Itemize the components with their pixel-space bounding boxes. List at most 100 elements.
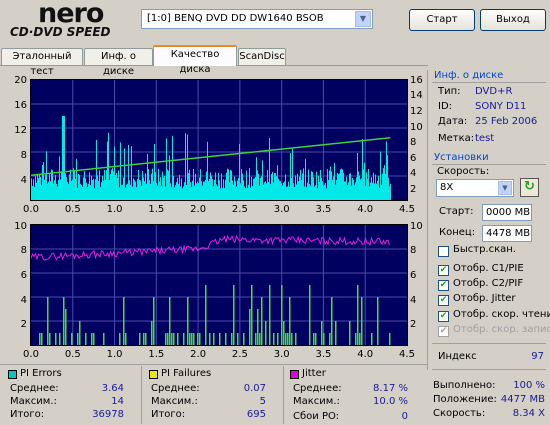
chevron-down-icon[interactable]: ▼	[498, 181, 512, 195]
disc-info-group-title: Инф. о диске	[434, 70, 504, 81]
pi-error-bar	[256, 157, 257, 200]
pi-error-bar	[159, 181, 160, 200]
pi-error-bar	[112, 168, 113, 200]
pi-error-bar	[317, 188, 318, 200]
stats-divider	[283, 366, 284, 424]
pie-max-label: Максим.:	[10, 396, 57, 407]
pi-failure-bar	[249, 309, 251, 345]
pi-error-bar	[362, 139, 363, 200]
pi-error-bar	[116, 173, 117, 200]
pi-error-bar	[191, 187, 192, 200]
pi-error-bar	[111, 169, 112, 200]
pi-failure-bar	[283, 321, 285, 345]
pi-failure-bar	[243, 333, 245, 345]
pi-failure-bar	[273, 333, 275, 345]
panel-divider	[427, 70, 428, 370]
start-button[interactable]: Старт	[409, 9, 475, 31]
chart1-ytick-right: 16	[410, 75, 423, 86]
pi-error-bar	[34, 186, 35, 200]
pi-error-bar	[58, 179, 59, 200]
pi-error-bar	[280, 181, 281, 200]
pi-error-bar	[225, 179, 226, 200]
tab-disc-info[interactable]: Инф. о диске	[84, 48, 153, 77]
pi-error-bar	[214, 179, 215, 200]
x-tick-label: 0.0	[23, 349, 39, 360]
pi-error-bar	[332, 179, 333, 200]
pi-error-bar	[260, 178, 261, 200]
pi-error-bar	[89, 172, 90, 200]
pi-error-bar	[349, 173, 350, 200]
exit-button[interactable]: Выход	[480, 9, 546, 31]
pi-failure-bar	[85, 333, 87, 345]
checkbox[interactable]	[438, 246, 449, 257]
pi-error-bar	[185, 133, 186, 200]
pi-error-bar	[113, 171, 114, 200]
pi-error-bar	[252, 185, 253, 200]
pi-error-bar	[149, 179, 150, 200]
pi-error-bar	[218, 172, 219, 200]
pi-error-bar	[339, 173, 340, 200]
jitter-line	[31, 234, 390, 261]
pi-error-bar	[235, 181, 236, 200]
checkbox[interactable]: ✔	[438, 311, 449, 322]
pi-error-bar	[355, 182, 356, 200]
disc-id-label: ID:	[438, 101, 453, 112]
pi-error-bar	[228, 169, 229, 200]
chart1-ytick: 8	[20, 150, 27, 161]
pi-failure-bar	[41, 333, 43, 345]
pi-error-bar	[357, 153, 358, 200]
pi-failure-bar	[199, 333, 201, 345]
chart2-ytick-right: 2	[410, 319, 417, 330]
speed-label: Скорость:	[437, 166, 490, 177]
chevron-down-icon[interactable]: ▼	[355, 11, 371, 27]
checkbox[interactable]: ✔	[438, 265, 449, 276]
pi-error-bar	[266, 183, 267, 200]
pi-error-bar	[216, 184, 217, 200]
drive-select[interactable]: [1:0] BENQ DVD DD DW1640 BSOB ▼	[141, 9, 373, 29]
pi-error-bar	[172, 135, 173, 200]
pi-error-bar	[213, 186, 214, 200]
x-tick-label: 3.5	[315, 204, 332, 215]
pi-error-bar	[383, 168, 384, 200]
pi-failure-bar	[213, 333, 215, 345]
tab-benchmark[interactable]: Эталонный тест	[1, 48, 83, 77]
pi-failure-bar	[65, 309, 67, 345]
pi-error-bar	[309, 184, 310, 200]
pi-error-bar	[168, 170, 169, 200]
pi-error-bar	[40, 176, 41, 200]
start-mb-field[interactable]: 0000 MB	[482, 204, 532, 221]
pi-error-bar	[126, 184, 127, 200]
checkbox[interactable]: ✔	[438, 280, 449, 291]
pi-error-bar	[287, 186, 288, 200]
pif-avg-value: 0.07	[243, 383, 266, 394]
pi-error-bar	[75, 178, 76, 200]
pi-failure-bar	[259, 333, 261, 345]
pi-error-bar	[330, 166, 331, 200]
x-tick-label: 3.0	[273, 204, 290, 215]
pi-failure-bar	[55, 333, 57, 345]
tab-disc-quality[interactable]: Качество диска	[153, 45, 237, 75]
pif-total-value: 695	[246, 409, 266, 420]
pi-error-bar	[171, 187, 172, 200]
pi-error-bar	[208, 181, 209, 200]
checkbox-label: Отобр. C1/PIE	[453, 263, 524, 274]
pi-error-bar	[85, 178, 86, 200]
pi-error-bar	[380, 151, 381, 200]
pi-error-bar	[389, 186, 390, 200]
pi-error-bar	[115, 175, 116, 200]
checkbox[interactable]: ✔	[438, 295, 449, 306]
speed-select[interactable]: 8X ▼	[436, 179, 514, 197]
end-mb-field[interactable]: 4478 MB	[482, 225, 532, 242]
pi-error-bar	[57, 186, 58, 200]
pi-error-bar	[382, 173, 383, 200]
refresh-icon[interactable]: ↻	[520, 178, 539, 197]
tab-scandisc[interactable]: ScanDisc	[238, 48, 286, 65]
pi-error-bar	[311, 171, 312, 200]
pi-error-bar	[70, 169, 71, 200]
pi-error-bar	[197, 181, 198, 200]
pi-error-bar	[370, 182, 371, 200]
pi-failure-bar	[265, 321, 267, 345]
pi-error-bar	[143, 177, 144, 200]
pi-failures-jitter-chart	[30, 224, 408, 346]
pi-failure-bar	[151, 321, 153, 345]
